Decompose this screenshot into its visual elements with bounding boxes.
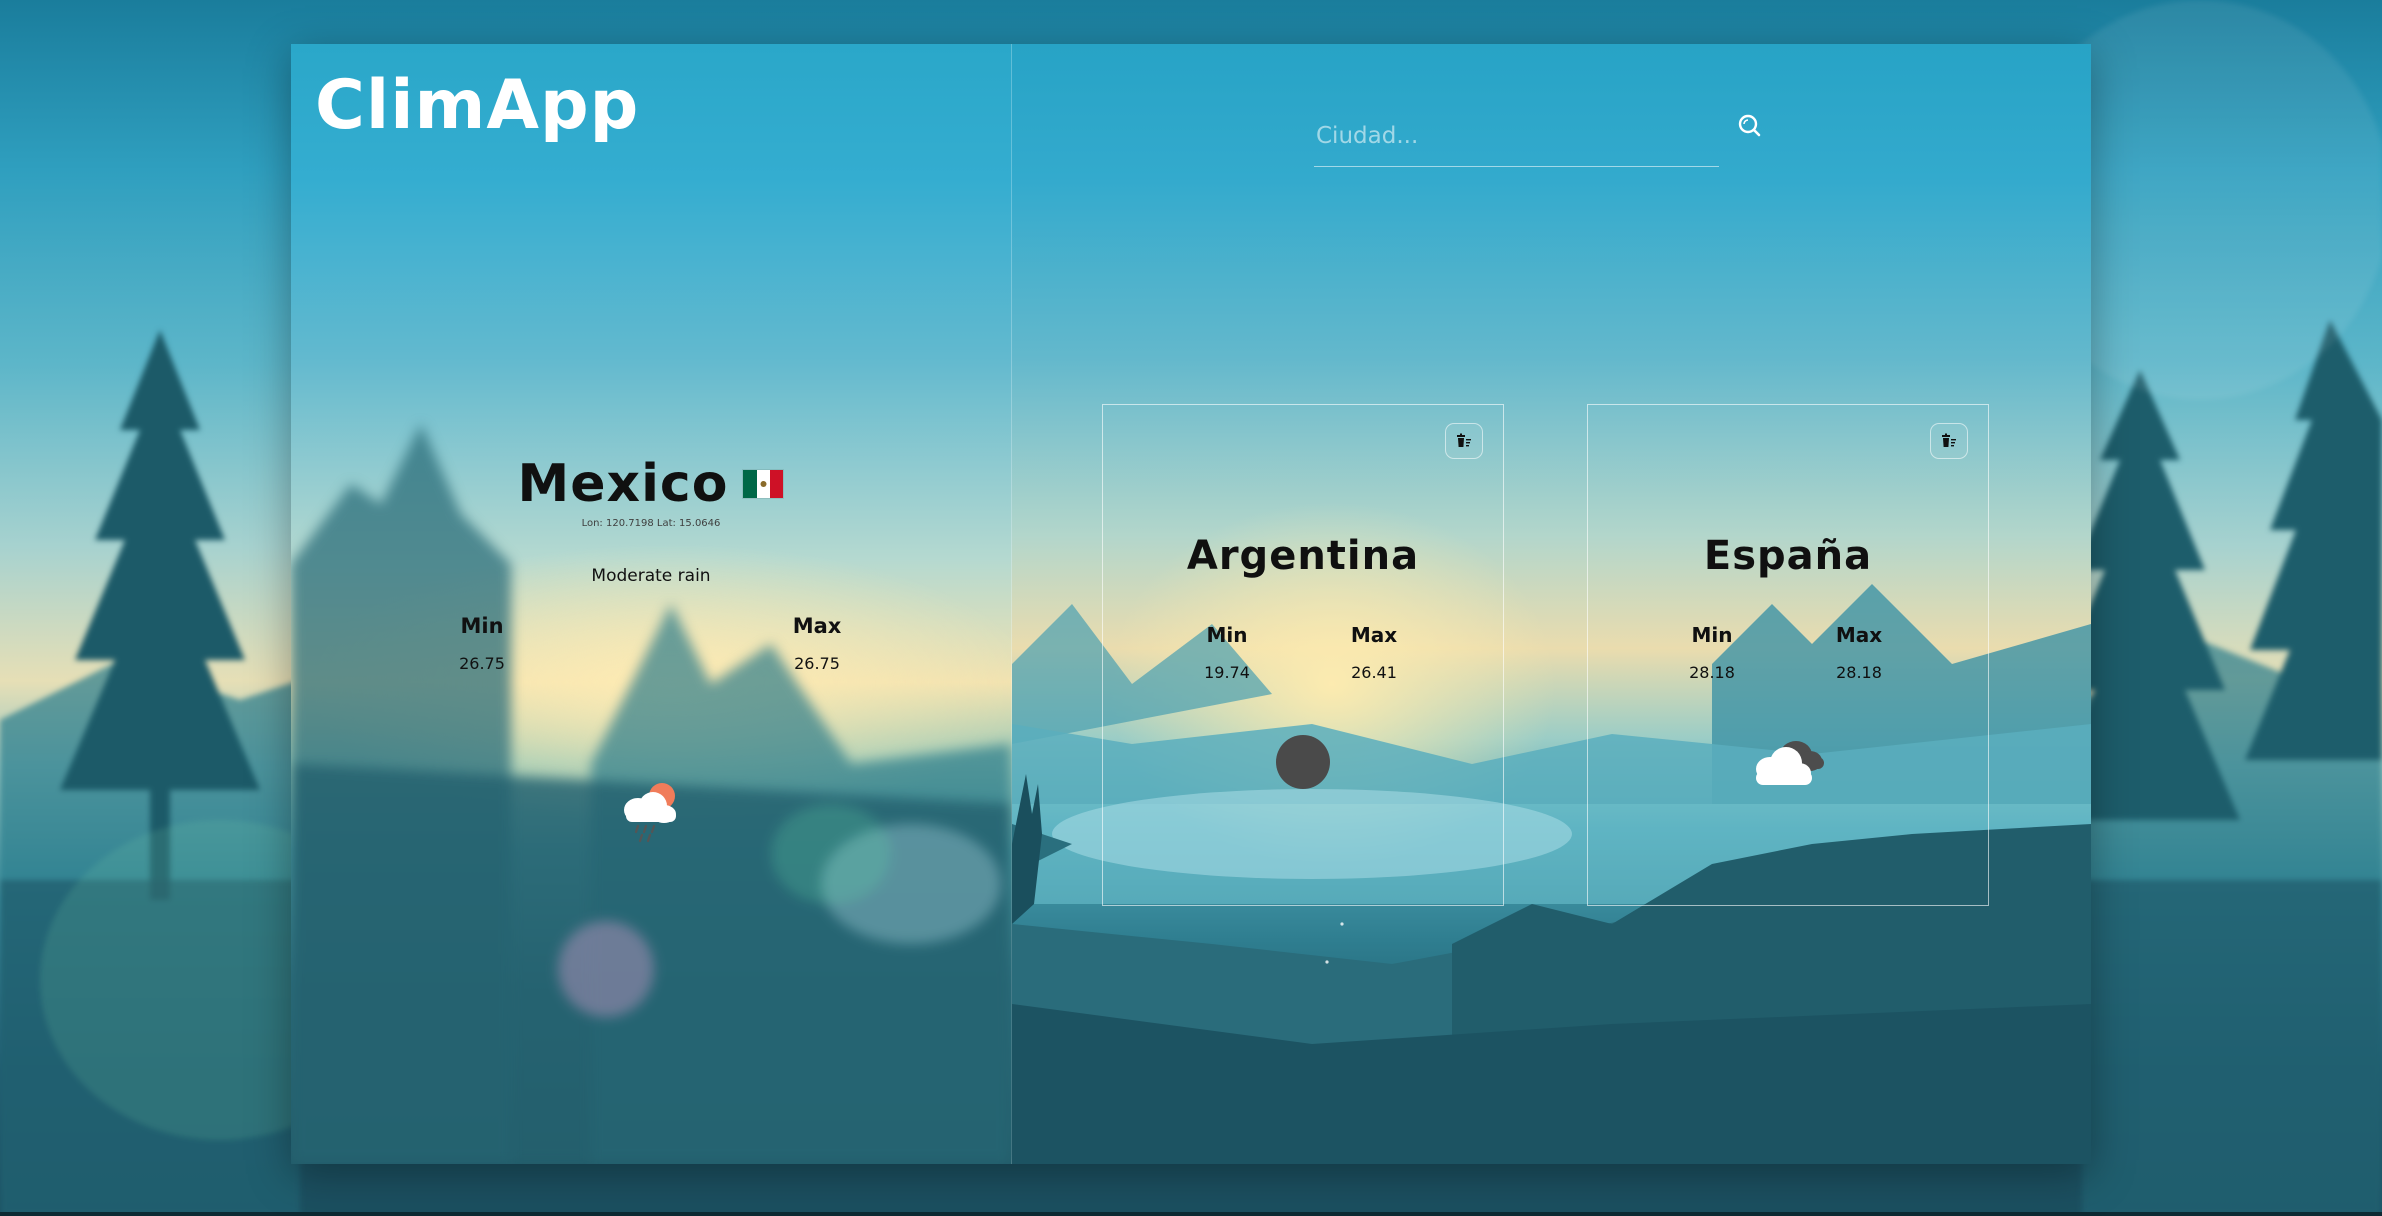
card-max-value: 28.18 [1836, 663, 1882, 682]
trash-icon [1942, 433, 1956, 447]
delete-card-button[interactable] [1445, 423, 1483, 459]
current-weather: Mexico Lon: 120.7198 Lat: 15.0646 Modera… [291, 454, 1011, 874]
search-button[interactable] [1733, 110, 1765, 142]
card-min-label: Min [1206, 623, 1248, 647]
city-card-espana: España Min 28.18 Max 28.18 [1587, 404, 1989, 906]
card-max-value: 26.41 [1351, 663, 1397, 682]
dark-circle-icon [1103, 733, 1503, 791]
search-icon [1738, 114, 1761, 137]
current-max-value: 26.75 [794, 654, 840, 673]
search-field[interactable] [1314, 106, 1719, 167]
current-weather-pane: ClimApp Mexico Lon: 120.7198 Lat: 15.064… [291, 44, 1012, 1164]
card-city-name: España [1703, 533, 1873, 579]
cloudy-icon [1588, 733, 1988, 787]
card-max: Max 28.18 [1799, 623, 1919, 682]
current-max: Max 26.75 [717, 614, 917, 673]
current-coordinates: Lon: 120.7198 Lat: 15.0646 [581, 518, 721, 529]
card-min-value: 19.74 [1204, 663, 1250, 682]
current-description: Moderate rain [591, 566, 711, 586]
current-max-label: Max [792, 614, 842, 638]
current-city-name: Mexico [517, 454, 729, 514]
card-min-value: 28.18 [1689, 663, 1735, 682]
city-card-argentina: Argentina Min 19.74 Max 26.41 [1102, 404, 1504, 906]
current-min-label: Min [460, 614, 504, 638]
card-min: Min 28.18 [1652, 623, 1772, 682]
current-min: Min 26.75 [382, 614, 582, 673]
current-city-row: Mexico [291, 454, 1011, 514]
app-logo: ClimApp [315, 66, 640, 145]
trash-icon [1457, 433, 1471, 447]
card-max: Max 26.41 [1314, 623, 1434, 682]
mexico-flag-icon [742, 469, 785, 499]
card-min: Min 19.74 [1167, 623, 1287, 682]
app-window: ClimApp Mexico Lon: 120.7198 Lat: 15.064… [291, 44, 2091, 1164]
card-max-label: Max [1350, 623, 1398, 647]
current-min-value: 26.75 [459, 654, 505, 673]
card-min-label: Min [1691, 623, 1733, 647]
card-city-name: Argentina [1186, 533, 1420, 579]
cloud-sun-rain-icon [616, 780, 686, 848]
search-input[interactable] [1314, 106, 1719, 166]
card-max-label: Max [1835, 623, 1883, 647]
delete-card-button[interactable] [1930, 423, 1968, 459]
